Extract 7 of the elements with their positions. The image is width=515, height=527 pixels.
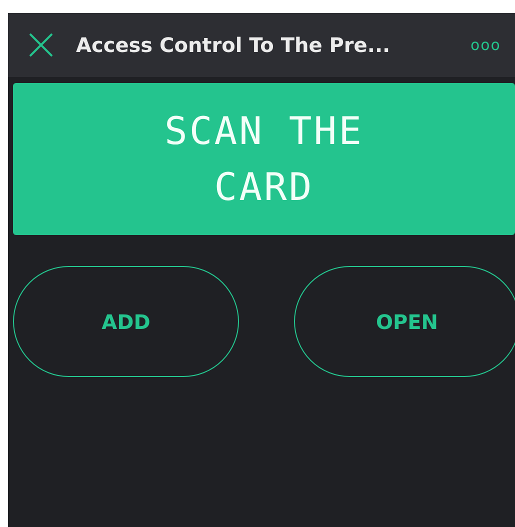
open-button[interactable]: OPEN — [294, 266, 515, 377]
add-button[interactable]: ADD — [13, 266, 239, 377]
lcd-text: SCAN THE — [164, 112, 364, 150]
lcd-text: CARD — [214, 168, 314, 206]
menu-button[interactable]: ooo — [470, 36, 501, 54]
close-icon[interactable] — [28, 32, 54, 58]
app-title: Access Control To The Pre... — [76, 33, 392, 57]
